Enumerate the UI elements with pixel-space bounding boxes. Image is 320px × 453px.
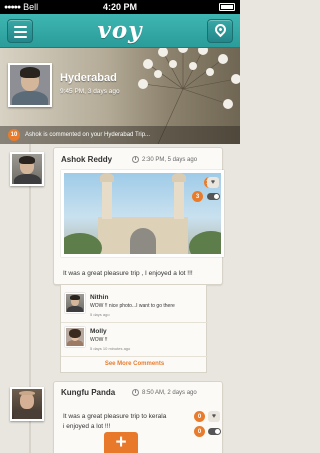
location-button[interactable] (207, 19, 233, 43)
app-logo: voy (97, 17, 143, 44)
comment-text: WOW !! (90, 337, 108, 343)
map-pin-icon (212, 21, 229, 38)
post-author-name[interactable]: Ashok Reddy (61, 155, 112, 164)
trip-header-banner[interactable]: Hyderabad 9:45 PM, 3 days ago 10 Ashok i… (0, 48, 240, 144)
likes-count-badge: 0 (194, 411, 205, 422)
post-author-avatar[interactable] (10, 152, 44, 186)
post-text-line-1: It was a great pleasure trip to kerala (63, 413, 167, 420)
trip-meta: 9:45 PM, 3 days ago (60, 88, 120, 95)
comments-count-badge: 0 (194, 426, 205, 437)
comments-count-badge: 3 (192, 191, 203, 202)
post-timestamp: 8:50 AM, 2 days ago (132, 389, 197, 396)
post-text-line-2: i enjoyed a lot !!! (63, 423, 111, 430)
clock-icon (132, 156, 139, 163)
comment-item: Nithin WOW !! nice photo...I want to go … (61, 289, 208, 323)
clock-time: 4:20 PM (102, 2, 137, 12)
post-photo[interactable]: 10 ♥ 3 (61, 170, 224, 257)
commenter-avatar[interactable] (65, 327, 85, 347)
notification-strip[interactable]: 10 Ashok is commented on your Hyderabad … (0, 126, 240, 144)
post-text: It was a great pleasure trip , I enjoyed… (63, 270, 193, 277)
clock-icon (132, 389, 139, 396)
comments-section: Nithin WOW !! nice photo...I want to go … (60, 285, 208, 373)
see-more-comments-link[interactable]: See More Comments (61, 361, 208, 367)
post-author-name[interactable]: Kungfu Panda (61, 388, 115, 397)
trip-title: Hyderabad (60, 72, 117, 84)
post-time-text: 2:30 PM, 5 days ago (142, 156, 198, 163)
visibility-toggle[interactable] (207, 193, 220, 200)
commenter-name[interactable]: Molly (90, 328, 107, 335)
status-bar: ●●●●● Bell 4:20 PM (0, 0, 240, 14)
post-card: Ashok Reddy 2:30 PM, 5 days ago 10 ♥ 3 I… (53, 147, 224, 285)
add-post-button[interactable]: + (104, 432, 138, 453)
heart-icon[interactable]: ♥ (208, 411, 220, 422)
trip-owner-avatar[interactable] (8, 63, 52, 107)
commenter-name[interactable]: Nithin (90, 294, 108, 301)
commenter-avatar[interactable] (65, 293, 85, 313)
comment-item: Molly WOW !! 5 days 10 minutes ago (61, 323, 208, 357)
battery-icon (219, 3, 235, 11)
notification-count-badge: 10 (8, 129, 20, 141)
post-timestamp: 2:30 PM, 5 days ago (132, 156, 197, 163)
post-author-avatar[interactable] (10, 387, 44, 421)
heart-icon[interactable]: ♥ (207, 177, 219, 188)
post-time-text: 8:50 AM, 2 days ago (142, 389, 197, 396)
top-navigation-bar: voy (0, 14, 240, 48)
notification-text: Ashok is commented on your Hyderabad Tri… (25, 132, 151, 138)
comment-time: 5 days ago (90, 312, 110, 317)
comment-text: WOW !! nice photo...I want to go there (90, 303, 175, 309)
visibility-toggle[interactable] (208, 428, 221, 435)
comment-time: 5 days 10 minutes ago (90, 346, 131, 351)
post-card: Kungfu Panda 8:50 AM, 2 days ago It was … (53, 381, 223, 453)
